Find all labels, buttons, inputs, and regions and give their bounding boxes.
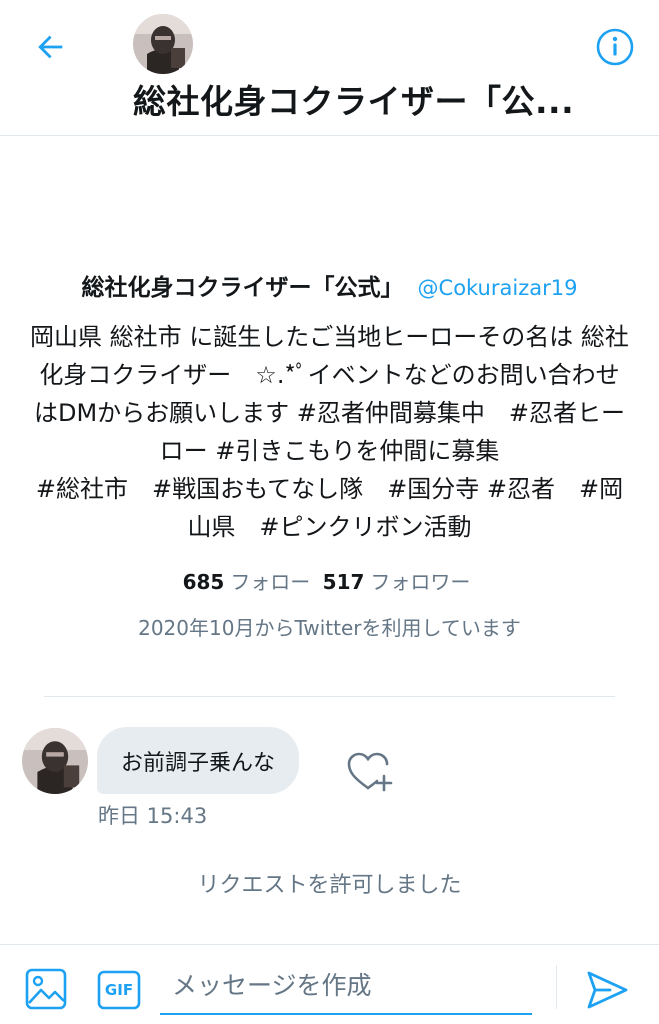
profile-name-line: 総社化身コクライザー「公式」 @Cokuraizar19: [0, 266, 659, 310]
message-input[interactable]: [160, 957, 532, 1015]
joined-date: 2020年10月からTwitterを利用しています: [138, 616, 521, 640]
divider: [44, 696, 615, 697]
message-timestamp: 昨日 15:43: [98, 804, 208, 828]
conversation-header: 総社化身コクライザー「公...: [0, 0, 659, 136]
send-button[interactable]: [584, 967, 630, 1013]
follow-stats: 685 フォロー 517 フォロワー: [0, 566, 659, 598]
avatar-image: [22, 728, 88, 794]
followers-count[interactable]: 517: [323, 570, 365, 594]
image-icon: [25, 968, 67, 1010]
add-gif-button[interactable]: GIF: [96, 969, 142, 1011]
info-icon: [596, 28, 634, 66]
profile-bio: 岡山県 総社市 に誕生したご当地ヒーローその名は 総社化身コクライザー ☆.*ﾟ…: [30, 323, 629, 541]
following-count[interactable]: 685: [183, 570, 225, 594]
followers-label[interactable]: フォロワー: [370, 570, 470, 594]
info-button[interactable]: [590, 22, 640, 72]
conversation-title: 総社化身コクライザー「公...: [133, 82, 573, 121]
following-label[interactable]: フォロー: [230, 570, 310, 594]
avatar-image: [133, 14, 193, 74]
request-accepted-note: リクエストを許可しました: [197, 873, 462, 898]
profile-handle[interactable]: @Cokuraizar19: [418, 266, 578, 310]
composer-divider: [556, 965, 557, 1009]
sender-avatar[interactable]: [22, 728, 88, 794]
add-photo-button[interactable]: [24, 967, 68, 1011]
profile-summary: 総社化身コクライザー「公式」 @Cokuraizar19 岡山県 総社市 に誕生…: [0, 266, 659, 644]
arrow-left-icon: [38, 35, 63, 59]
message-composer: GIF: [0, 944, 659, 1024]
gif-label: GIF: [104, 981, 134, 999]
profile-display-name[interactable]: 総社化身コクライザー「公式」: [82, 266, 404, 310]
back-button[interactable]: [26, 22, 76, 72]
like-message-button[interactable]: [344, 748, 396, 796]
message-text: お前調子乗んな: [121, 750, 276, 776]
heart-plus-icon: [347, 752, 393, 792]
header-avatar[interactable]: [133, 14, 193, 74]
send-icon: [587, 971, 628, 1009]
message-bubble[interactable]: お前調子乗んな: [97, 727, 300, 794]
